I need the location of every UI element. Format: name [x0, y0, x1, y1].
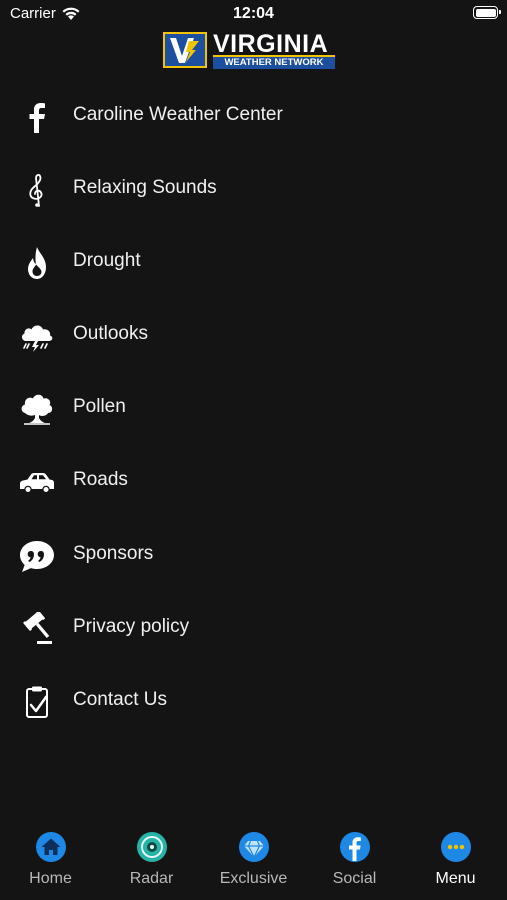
menu-item-privacy-policy[interactable]: Privacy policy [0, 599, 507, 659]
menu-item-pollen[interactable]: Pollen [0, 379, 507, 439]
diamond-icon [239, 832, 269, 862]
status-time: 12:04 [233, 5, 274, 22]
menu-item-label: Relaxing Sounds [73, 177, 217, 198]
tab-label: Exclusive [219, 870, 288, 887]
logo-subtitle: WEATHER NETWORK [213, 55, 335, 69]
menu-item-label: Contact Us [73, 689, 167, 710]
menu-item-roads[interactable]: Roads [0, 452, 507, 512]
tab-bar: Home Radar Exclusive Social Menu [0, 820, 507, 900]
menu-item-relaxing-sounds[interactable]: Relaxing Sounds [0, 160, 507, 220]
logo-mark-icon [163, 32, 207, 68]
menu-item-drought[interactable]: Drought [0, 233, 507, 293]
tab-label: Home [29, 870, 72, 887]
gavel-icon [23, 612, 52, 644]
home-icon [36, 832, 66, 862]
app-logo: VIRGINIA WEATHER NETWORK [163, 30, 335, 69]
clipboard-check-icon [26, 686, 48, 718]
tab-exclusive[interactable]: Exclusive [203, 820, 304, 900]
battery-icon [473, 6, 501, 19]
tab-home[interactable]: Home [0, 820, 101, 900]
tab-radar[interactable]: Radar [101, 820, 202, 900]
flame-icon [28, 247, 46, 279]
facebook-icon [29, 103, 45, 133]
car-icon [20, 473, 54, 494]
tab-label: Social [332, 870, 377, 887]
menu-item-caroline-weather-center[interactable]: Caroline Weather Center [0, 87, 507, 147]
storm-cloud-icon [21, 325, 53, 352]
menu-item-label: Outlooks [73, 323, 148, 344]
menu-item-outlooks[interactable]: Outlooks [0, 306, 507, 366]
menu-item-sponsors[interactable]: Sponsors [0, 526, 507, 586]
tab-label: Menu [435, 870, 476, 887]
menu-item-label: Caroline Weather Center [73, 104, 283, 125]
tree-icon [21, 394, 53, 425]
menu-item-contact-us[interactable]: Contact Us [0, 672, 507, 732]
status-bar: Carrier 12:04 [0, 0, 507, 30]
tab-menu[interactable]: Menu [405, 820, 506, 900]
radar-icon [137, 832, 167, 862]
logo-title: VIRGINIA [213, 30, 329, 58]
facebook-icon [340, 832, 370, 862]
more-icon [441, 832, 471, 862]
menu-item-label: Sponsors [73, 543, 154, 564]
menu-item-label: Drought [73, 250, 141, 271]
tab-label: Radar [129, 870, 174, 887]
menu-item-label: Privacy policy [73, 616, 190, 637]
menu-item-label: Pollen [73, 396, 126, 417]
quote-bubble-icon [20, 541, 54, 572]
treble-clef-icon [29, 174, 43, 207]
tab-social[interactable]: Social [304, 820, 405, 900]
menu-item-label: Roads [73, 469, 128, 490]
